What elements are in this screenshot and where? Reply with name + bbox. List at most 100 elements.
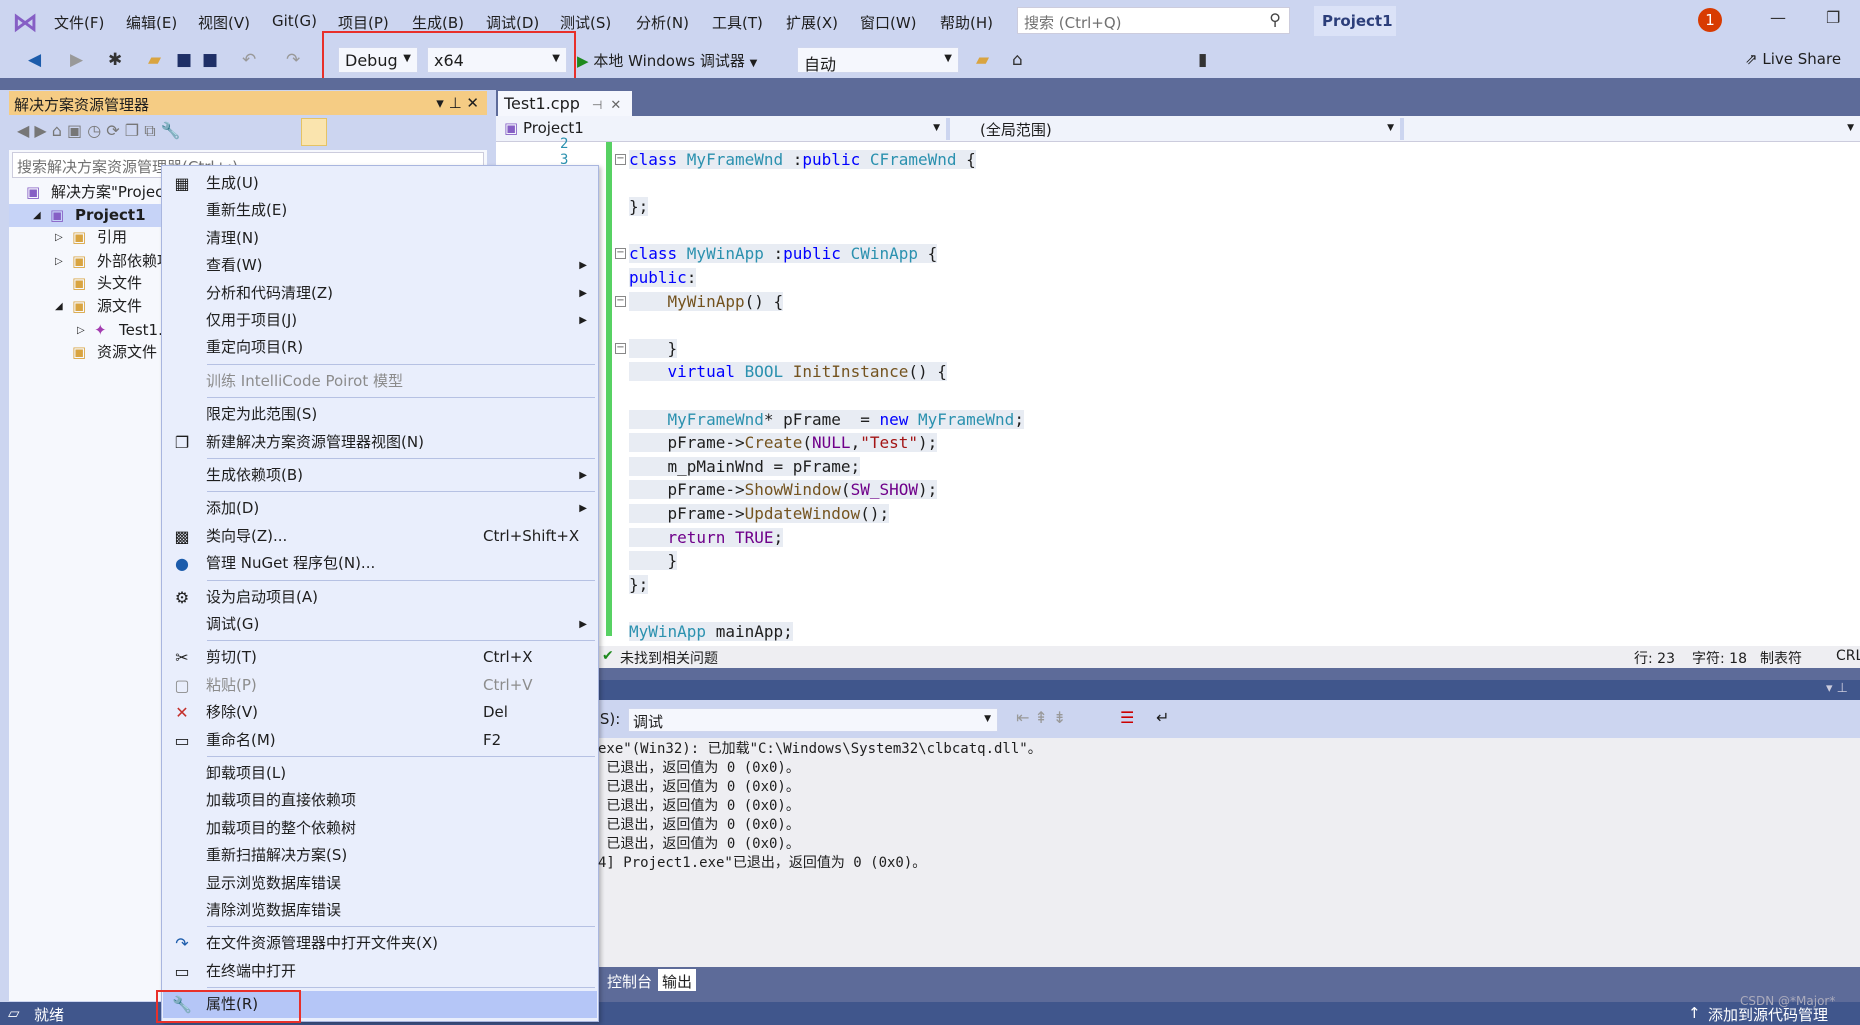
expand-arrow-icon[interactable]: ▷	[55, 250, 63, 273]
menu-item[interactable]: ▭ 在终端中打开	[163, 958, 597, 985]
live-share-button[interactable]: ⇗ Live Share	[1745, 50, 1841, 68]
tree-item[interactable]: ◢ ▣ Project1	[9, 204, 161, 227]
panel-controls[interactable]: ▾ ⊥	[1826, 681, 1848, 696]
open-icon[interactable]: ▰	[148, 50, 161, 70]
tab-console[interactable]: 控制台	[604, 969, 655, 991]
code-editor[interactable]	[496, 142, 1860, 646]
code-line[interactable]: pFrame->ShowWindow(SW_SHOW);	[629, 478, 938, 501]
tree-item[interactable]: ▷ ▣ 外部依赖项	[9, 250, 161, 273]
menu-item[interactable]: 加载项目的直接依赖项	[163, 787, 597, 814]
menu-item[interactable]: 重定向项目(R)	[163, 334, 597, 361]
menu-item[interactable]: 工具(T)	[712, 12, 763, 33]
code-line[interactable]: MyFrameWnd* pFrame = new MyFrameWnd;	[629, 408, 1024, 431]
menu-item[interactable]: ▭ 重命名(M) F2	[163, 727, 597, 754]
menu-item[interactable]: 项目(P)	[338, 12, 389, 33]
collapse-icon[interactable]: −	[615, 296, 626, 307]
code-line[interactable]: }	[629, 337, 678, 360]
auto-dropdown[interactable]: 自动 ▼	[797, 47, 959, 74]
member-nav-dropdown[interactable]: ▼	[1408, 118, 1860, 140]
output-toolbar-icons[interactable]: ⇤ ⇞ ⇟	[1016, 708, 1066, 727]
menu-item[interactable]: 查看(W) ▶	[163, 252, 597, 279]
restore-icon[interactable]: ❐	[1826, 8, 1840, 27]
tab-test1-cpp[interactable]: Test1.cpp ⊣ ✕	[498, 91, 632, 116]
save-all-icon[interactable]: ■	[202, 50, 218, 70]
collapse-icon[interactable]: −	[615, 154, 626, 165]
menu-item[interactable]: 显示浏览数据库错误	[163, 870, 597, 897]
code-line[interactable]: public:	[629, 266, 697, 289]
menu-item[interactable]: ⚙ 设为启动项目(A)	[163, 584, 597, 611]
code-line[interactable]: virtual BOOL InitInstance() {	[629, 360, 947, 383]
menu-item[interactable]: ▦ 生成(U)	[163, 170, 597, 197]
code-line[interactable]: class MyFrameWnd :public CFrameWnd {	[629, 148, 976, 171]
code-line[interactable]: MyWinApp() {	[629, 290, 784, 313]
search-box[interactable]: 搜索 (Ctrl+Q) ⚲	[1017, 7, 1290, 34]
menu-item[interactable]: ❐ 新建解决方案资源管理器视图(N)	[163, 429, 597, 456]
menu-item[interactable]: 仅用于项目(J) ▶	[163, 307, 597, 334]
code-line[interactable]: return TRUE;	[629, 526, 784, 549]
expand-arrow-icon[interactable]: ◢	[33, 204, 41, 227]
menu-item[interactable]: 限定为此范围(S)	[163, 401, 597, 428]
pin-icon[interactable]: ⊣	[592, 98, 602, 112]
expand-arrow-icon[interactable]: ▷	[77, 319, 85, 342]
expand-arrow-icon[interactable]: ▷	[55, 226, 63, 249]
menu-item[interactable]: 分析和代码清理(Z) ▶	[163, 280, 597, 307]
start-debugger-button[interactable]: ▶ 本地 Windows 调试器 ▼	[577, 50, 757, 71]
menu-item[interactable]: 重新扫描解决方案(S)	[163, 842, 597, 869]
undo-icon[interactable]: ↶	[242, 50, 256, 70]
menu-item[interactable]: 分析(N)	[636, 12, 689, 33]
output-source-dropdown[interactable]: 调试 ▼	[628, 708, 998, 732]
menu-item[interactable]: 窗口(W)	[860, 12, 917, 33]
tabs-status[interactable]: 制表符	[1760, 648, 1802, 668]
redo-icon[interactable]: ↷	[286, 50, 300, 70]
expand-arrow-icon[interactable]: ◢	[55, 295, 63, 318]
platform-dropdown[interactable]: x64 ▼	[427, 47, 567, 73]
issues-status[interactable]: 未找到相关问题	[620, 648, 718, 668]
menu-item[interactable]: 调试(G) ▶	[163, 611, 597, 638]
find-in-files-icon[interactable]: ▰	[976, 50, 989, 70]
tree-item[interactable]: ▣ 资源文件	[9, 341, 161, 364]
menu-item[interactable]: 视图(V)	[198, 12, 250, 33]
menu-item[interactable]: 生成依赖项(B) ▶	[163, 462, 597, 489]
tree-item[interactable]: ▣ 解决方案"Project1"	[9, 181, 161, 204]
collapse-icon[interactable]: −	[615, 343, 626, 354]
menu-item[interactable]: 清理(N)	[163, 225, 597, 252]
explorer-toolbar-icons[interactable]: ◀ ▶ ⌂ ▣ ◷ ⟳ ❐ ⧉ 🔧	[17, 121, 181, 141]
menu-item[interactable]: Git(G)	[272, 12, 317, 30]
home-icon[interactable]: ⌂	[1012, 50, 1023, 70]
tree-item[interactable]: ▷ ▣ 引用	[9, 226, 161, 249]
tab-output[interactable]: 输出	[658, 969, 697, 991]
save-icon[interactable]: ■	[176, 50, 192, 70]
code-line[interactable]: m_pMainWnd = pFrame;	[629, 455, 861, 478]
menu-item[interactable]: 生成(B)	[412, 12, 464, 33]
close-icon[interactable]: ✕	[610, 98, 621, 113]
scope-nav-dropdown[interactable]: (全局范围) ▼	[954, 118, 1404, 140]
menu-item[interactable]: 重新生成(E)	[163, 197, 597, 224]
menu-item[interactable]: ● 管理 NuGet 程序包(N)...	[163, 550, 597, 577]
code-line[interactable]: pFrame->Create(NULL,"Test");	[629, 431, 938, 454]
menu-item[interactable]: 扩展(X)	[786, 12, 838, 33]
menu-item[interactable]: ✂ 剪切(T) Ctrl+X	[163, 644, 597, 671]
configuration-dropdown[interactable]: Debug ▼	[338, 47, 418, 73]
code-line[interactable]: pFrame->UpdateWindow();	[629, 502, 890, 525]
collapse-icon[interactable]: −	[615, 248, 626, 259]
eol-status[interactable]: CRLF	[1836, 648, 1860, 664]
menu-item[interactable]: ✕ 移除(V) Del	[163, 699, 597, 726]
minimize-icon[interactable]: —	[1770, 8, 1786, 27]
menu-item[interactable]: 加载项目的整个依赖树	[163, 815, 597, 842]
code-line[interactable]: }	[629, 549, 678, 572]
word-wrap-icon[interactable]: ↵	[1156, 708, 1169, 727]
menu-item[interactable]: 文件(F)	[54, 12, 104, 33]
menu-item[interactable]: ▩ 类向导(Z)... Ctrl+Shift+X	[163, 523, 597, 550]
forward-icon[interactable]: ▶	[70, 50, 83, 70]
menu-item[interactable]: 添加(D) ▶	[163, 495, 597, 522]
code-line[interactable]: MyWinApp mainApp;	[629, 620, 793, 643]
tree-item[interactable]: ▷ ✦ Test1.cpp	[9, 319, 161, 342]
menu-item[interactable]: ↷ 在文件资源管理器中打开文件夹(X)	[163, 930, 597, 957]
notification-badge[interactable]: 1	[1698, 8, 1722, 32]
menu-item[interactable]: 清除浏览数据库错误	[163, 897, 597, 924]
code-line[interactable]: };	[629, 195, 649, 218]
code-line[interactable]: class MyWinApp :public CWinApp {	[629, 242, 938, 265]
back-icon[interactable]: ◀	[28, 50, 41, 70]
menu-item[interactable]: 帮助(H)	[940, 12, 993, 33]
menu-item[interactable]: 编辑(E)	[126, 12, 177, 33]
